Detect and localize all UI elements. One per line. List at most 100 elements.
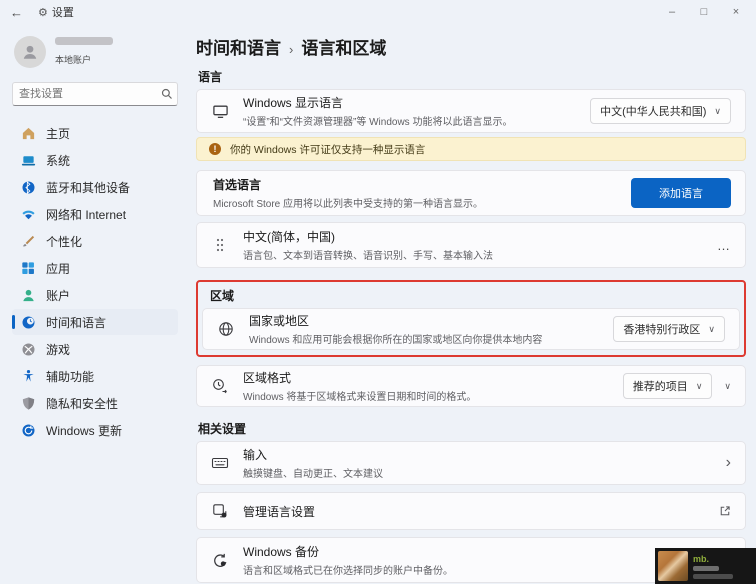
annotation-highlight-region: 区域 国家或地区 Windows 和应用可能会根据你所在的国家或地区向你提供本地…	[196, 280, 746, 357]
sidebar-item-label: 网络和 Internet	[46, 207, 127, 222]
bluetooth-icon	[20, 179, 36, 195]
sidebar-item-label: 游戏	[46, 342, 71, 357]
shield-icon	[20, 395, 36, 411]
language-settings-icon	[211, 503, 229, 519]
account-name-redacted	[55, 36, 113, 45]
minimize-button[interactable]: –	[656, 0, 688, 24]
display-language-value: 中文(中华人民共和国)	[600, 106, 707, 118]
add-language-button[interactable]: 添加语言	[631, 178, 731, 208]
display-language-desc: “设置”和“文件资源管理器”等 Windows 功能将以此语言显示。	[243, 117, 513, 128]
search-box	[12, 82, 178, 106]
sidebar-item-accounts[interactable]: 账户	[12, 282, 178, 308]
titlebar: ← ⚙ 设置 – □ ×	[0, 0, 756, 24]
sidebar-item-label: 辅助功能	[46, 369, 95, 384]
wifi-icon	[20, 206, 36, 222]
display-language-dropdown[interactable]: 中文(中华人民共和国) ∨	[590, 98, 731, 124]
regional-format-icon	[211, 378, 229, 394]
account-type-label: 本地账户	[55, 54, 92, 65]
language-item-row[interactable]: 中文(简体，中国) 语言包、文本到语音转换、语音识别、手写、基本输入法 …	[196, 222, 746, 268]
sidebar-item-network[interactable]: 网络和 Internet	[12, 201, 178, 227]
page-title: 语言和区域	[301, 39, 387, 58]
keyboard-icon	[211, 454, 229, 472]
back-icon[interactable]: ←	[10, 5, 30, 20]
sidebar-item-apps[interactable]: 应用	[12, 255, 178, 281]
preferred-languages-desc: Microsoft Store 应用将以此列表中受支持的第一种语言显示。	[213, 199, 484, 210]
chevron-down-icon: ∨	[708, 323, 715, 334]
display-language-row: Windows 显示语言 “设置”和“文件资源管理器”等 Windows 功能将…	[196, 89, 746, 133]
country-region-row: 国家或地区 Windows 和应用可能会根据你所在的国家或地区向你提供本地内容 …	[202, 308, 740, 350]
language-item-title: 中文(简体，中国)	[243, 230, 335, 244]
sidebar-item-personalization[interactable]: 个性化	[12, 228, 178, 254]
sidebar-item-label: 账户	[46, 288, 71, 303]
person-icon	[20, 287, 36, 303]
gear-icon: ⚙	[38, 6, 48, 19]
accessibility-icon	[20, 368, 36, 384]
sidebar-item-home[interactable]: 主页	[12, 120, 178, 146]
search-icon	[161, 88, 173, 100]
language-item-desc: 语言包、文本到语音转换、语音识别、手写、基本输入法	[243, 251, 493, 262]
maximize-button[interactable]: □	[688, 0, 720, 24]
preferred-languages-row: 首选语言 Microsoft Store 应用将以此列表中受支持的第一种语言显示…	[196, 170, 746, 216]
pip-overlay[interactable]: mb.	[655, 548, 756, 584]
settings-window: ← ⚙ 设置 – □ × 本地账户 查找设置 主页 系统 蓝牙和其他设备 网络和…	[0, 0, 756, 584]
section-related: 相关设置	[198, 422, 247, 436]
warning-icon: !	[209, 143, 221, 155]
sidebar-item-label: 隐私和安全性	[46, 396, 119, 411]
search-input[interactable]	[19, 88, 161, 100]
clock-globe-icon	[20, 314, 36, 330]
breadcrumb-parent[interactable]: 时间和语言	[196, 34, 281, 59]
chevron-right-icon: ›	[725, 454, 731, 471]
close-button[interactable]: ×	[720, 0, 752, 24]
sidebar-item-privacy-security[interactable]: 隐私和安全性	[12, 390, 178, 416]
sidebar-item-label: 蓝牙和其他设备	[46, 180, 131, 195]
license-warning-banner: ! 你的 Windows 许可证仅支持一种显示语言	[196, 137, 746, 161]
section-region: 区域	[210, 289, 235, 303]
typing-title: 输入	[243, 448, 268, 462]
monitor-icon	[211, 103, 229, 120]
sidebar-item-system[interactable]: 系统	[12, 147, 178, 173]
sidebar-item-gaming[interactable]: 游戏	[12, 336, 178, 362]
country-region-desc: Windows 和应用可能会根据你所在的国家或地区向你提供本地内容	[249, 335, 543, 346]
admin-language-settings-row[interactable]: 管理语言设置	[196, 492, 746, 530]
window-title: 设置	[51, 7, 74, 19]
sidebar: 本地账户 主页 系统 蓝牙和其	[0, 24, 190, 584]
section-language: 语言	[198, 70, 223, 84]
update-icon	[20, 422, 36, 438]
expand-chevron-icon[interactable]: ∨	[724, 381, 731, 392]
sidebar-item-label: 个性化	[46, 234, 83, 249]
display-language-title: Windows 显示语言	[243, 96, 344, 110]
country-region-title: 国家或地区	[249, 314, 310, 328]
more-options-icon[interactable]: …	[717, 238, 731, 253]
regional-format-dropdown[interactable]: 推荐的项目 ∨	[622, 373, 713, 399]
pip-text-redacted	[693, 565, 719, 571]
account-card[interactable]: 本地账户	[14, 36, 178, 68]
breadcrumb-separator-icon: ›	[289, 42, 294, 57]
country-region-dropdown[interactable]: 香港特别行政区 ∨	[613, 316, 725, 342]
windows-backup-desc: 语言和区域格式已在你选择同步的账户中备份。	[243, 566, 453, 577]
sidebar-nav: 主页 系统 蓝牙和其他设备 网络和 Internet 个性化 应用 账户 时间和…	[12, 120, 178, 443]
regional-format-row[interactable]: 区域格式 Windows 将基于区域格式来设置日期和时间的格式。 推荐的项目 ∨…	[196, 365, 746, 407]
sidebar-item-windows-update[interactable]: Windows 更新	[12, 417, 178, 443]
sidebar-item-accessibility[interactable]: 辅助功能	[12, 363, 178, 389]
sidebar-item-time-language[interactable]: 时间和语言	[12, 309, 178, 335]
windows-backup-title: Windows 备份	[243, 545, 320, 559]
home-icon	[20, 125, 36, 141]
admin-language-settings-title: 管理语言设置	[243, 504, 316, 519]
drag-handle-icon[interactable]	[211, 238, 229, 252]
globe-icon	[217, 321, 235, 337]
apps-icon	[20, 260, 36, 276]
sidebar-item-label: 主页	[46, 126, 71, 141]
sidebar-item-label: Windows 更新	[46, 423, 123, 438]
backup-sync-icon	[211, 552, 229, 569]
laptop-icon	[20, 152, 36, 168]
regional-format-desc: Windows 将基于区域格式来设置日期和时间的格式。	[243, 392, 477, 403]
sidebar-item-bluetooth-devices[interactable]: 蓝牙和其他设备	[12, 174, 178, 200]
brush-icon	[20, 233, 36, 249]
chevron-down-icon: ∨	[714, 105, 721, 116]
cat-thumbnail	[658, 551, 688, 581]
sidebar-item-label: 系统	[46, 153, 71, 168]
pip-text-redacted	[693, 573, 733, 579]
main-content: 时间和语言 › 语言和区域 语言 Windows 显示语言 “设置”和“文件资源…	[190, 24, 756, 584]
sidebar-item-label: 应用	[46, 261, 71, 276]
typing-row[interactable]: 输入 触摸键盘、自动更正、文本建议 ›	[196, 441, 746, 485]
